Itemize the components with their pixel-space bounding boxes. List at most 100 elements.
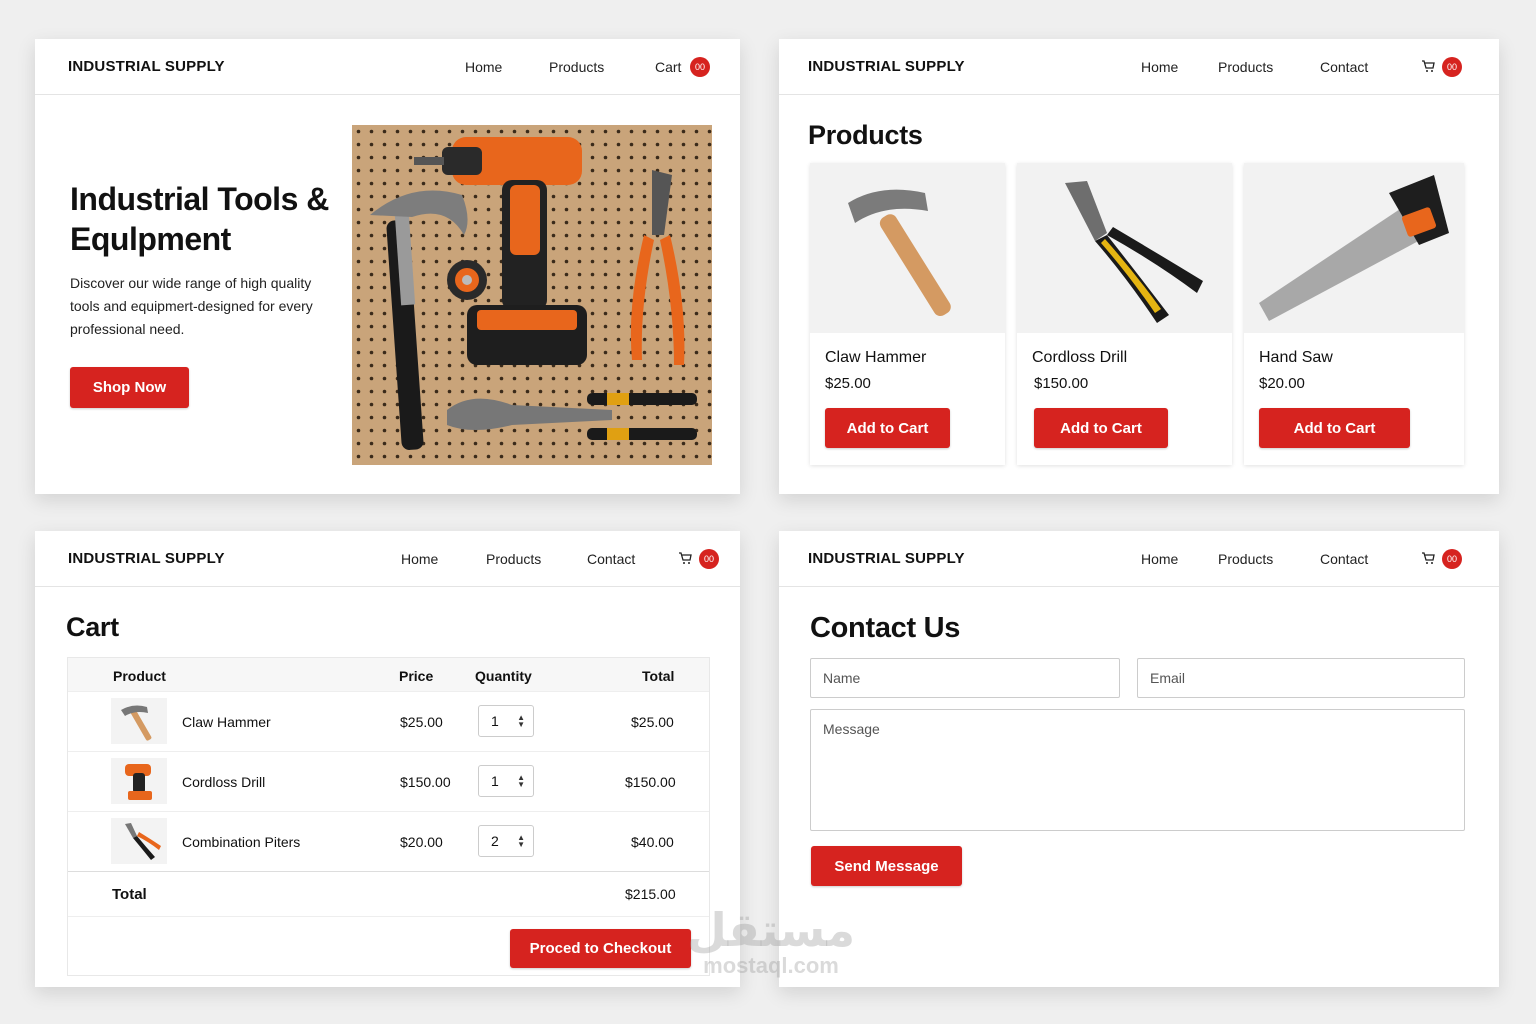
product-card: Cordloss Drill $150.00 Add to Cart [1017, 163, 1232, 465]
brand-logo[interactable]: INDUSTRIAL SUPPLY [68, 550, 225, 567]
cart-panel: INDUSTRIAL SUPPLY Home Products Contact … [35, 531, 740, 987]
item-price: $20.00 [400, 834, 443, 850]
cart-icon[interactable] [1421, 551, 1435, 565]
quantity-stepper[interactable]: 1 ▲ ▼ [478, 705, 534, 737]
navbar: INDUSTRIAL SUPPLY Home Products Contact … [779, 39, 1499, 95]
watermark: مستقل mostaql.com [676, 906, 866, 978]
pliers-icon [1065, 181, 1203, 323]
product-name[interactable]: Cordloss Drill [182, 774, 265, 790]
nav-home[interactable]: Home [401, 551, 438, 567]
spinner-arrows-icon[interactable]: ▲ ▼ [517, 774, 525, 789]
page-title: Products [808, 120, 923, 150]
nav-home[interactable]: Home [465, 59, 502, 75]
quantity-stepper[interactable]: 2 ▲ ▼ [478, 825, 534, 857]
quantity-stepper[interactable]: 1 ▲ ▼ [478, 765, 534, 797]
product-image[interactable] [1017, 163, 1232, 333]
column-header: Total [642, 668, 675, 684]
product-thumbnail[interactable] [111, 698, 167, 744]
total-label: Total [112, 886, 147, 903]
page-title: Contact Us [810, 612, 961, 644]
line-total: $150.00 [625, 774, 676, 790]
name-field[interactable]: Name [810, 658, 1120, 698]
send-message-button[interactable]: Send Message [811, 846, 962, 886]
nav-contact[interactable]: Contact [1320, 59, 1368, 75]
product-name[interactable]: Cordloss Drill [1032, 349, 1127, 367]
navbar: INDUSTRIAL SUPPLY Home Products Contact … [779, 531, 1499, 587]
cart-count-badge[interactable]: 00 [699, 549, 719, 569]
spinner-arrows-icon[interactable]: ▲ ▼ [517, 834, 525, 849]
product-name[interactable]: Claw Hammer [825, 349, 926, 367]
email-field[interactable]: Email [1137, 658, 1465, 698]
column-header: Price [399, 668, 434, 684]
item-price: $25.00 [400, 714, 443, 730]
brand-logo[interactable]: INDUSTRIAL SUPPLY [808, 550, 965, 567]
table-header: Product Price Quantity Total [68, 658, 709, 692]
add-to-cart-button[interactable]: Add to Cart [1034, 408, 1168, 448]
product-name[interactable]: Claw Hammer [182, 714, 271, 730]
cart-table: Product Price Quantity Total Claw Hammer… [67, 657, 710, 976]
item-price: $150.00 [400, 774, 451, 790]
cart-count-badge[interactable]: 00 [1442, 57, 1462, 77]
nav-cart[interactable]: Cart [655, 59, 681, 75]
drill-icon [125, 764, 152, 800]
product-thumbnail[interactable] [111, 758, 167, 804]
pliers-icon [125, 823, 161, 860]
product-thumbnail[interactable] [111, 818, 167, 864]
line-total: $25.00 [631, 714, 674, 730]
product-name[interactable]: Hand Saw [1259, 349, 1333, 367]
quantity-value: 1 [491, 773, 499, 789]
table-row: Cordloss Drill $150.00 1 ▲ ▼ $150.00 [68, 751, 709, 811]
watermark-latin: mostaql.com [703, 953, 839, 978]
product-image[interactable] [810, 163, 1005, 333]
line-total: $40.00 [631, 834, 674, 850]
home-panel: INDUSTRIAL SUPPLY Home Products Cart 00 … [35, 39, 740, 494]
nav-home[interactable]: Home [1141, 551, 1178, 567]
nav-contact[interactable]: Contact [587, 551, 635, 567]
nav-home[interactable]: Home [1141, 59, 1178, 75]
navbar: INDUSTRIAL SUPPLY Home Products Cart 00 [35, 39, 740, 95]
saw-icon [1259, 175, 1449, 321]
cart-icon[interactable] [1421, 59, 1435, 73]
hero-title: Industrial Tools & Equlpment [70, 181, 329, 257]
cart-count-badge[interactable]: 00 [1442, 549, 1462, 569]
product-image[interactable] [1244, 163, 1464, 333]
cart-count-badge[interactable]: 00 [690, 57, 710, 77]
column-header: Quantity [475, 668, 532, 684]
product-card: Claw Hammer $25.00 Add to Cart [810, 163, 1005, 465]
navbar: INDUSTRIAL SUPPLY Home Products Contact … [35, 531, 740, 587]
nav-products[interactable]: Products [1218, 551, 1273, 567]
add-to-cart-button[interactable]: Add to Cart [1259, 408, 1410, 448]
product-name[interactable]: Combination Piters [182, 834, 300, 850]
message-field[interactable]: Message [810, 709, 1465, 831]
brand-logo[interactable]: INDUSTRIAL SUPPLY [68, 58, 225, 75]
quantity-value: 1 [491, 713, 499, 729]
nav-products[interactable]: Products [1218, 59, 1273, 75]
hammer-icon [121, 705, 152, 741]
product-card: Hand Saw $20.00 Add to Cart [1244, 163, 1464, 465]
products-panel: INDUSTRIAL SUPPLY Home Products Contact … [779, 39, 1499, 494]
product-price: $150.00 [1034, 375, 1089, 392]
divider [68, 916, 709, 917]
contact-panel: INDUSTRIAL SUPPLY Home Products Contact … [779, 531, 1499, 987]
nav-contact[interactable]: Contact [1320, 551, 1368, 567]
spinner-arrows-icon[interactable]: ▲ ▼ [517, 714, 525, 729]
nav-products[interactable]: Products [486, 551, 541, 567]
table-row: Combination Piters $20.00 2 ▲ ▼ $40.00 [68, 811, 709, 871]
table-row: Claw Hammer $25.00 1 ▲ ▼ $25.00 [68, 691, 709, 751]
hero-subtitle: Discover our wide range of high quality … [70, 275, 313, 337]
total-value: $215.00 [625, 886, 676, 902]
hammer-icon [848, 189, 951, 317]
hero-tools-image [352, 125, 712, 465]
brand-logo[interactable]: INDUSTRIAL SUPPLY [808, 58, 965, 75]
shop-now-button[interactable]: Shop Now [70, 367, 189, 408]
product-price: $25.00 [825, 375, 871, 392]
product-price: $20.00 [1259, 375, 1305, 392]
cart-icon[interactable] [678, 551, 692, 565]
checkout-button[interactable]: Proced to Checkout [510, 929, 691, 968]
page-title: Cart [66, 612, 119, 642]
nav-products[interactable]: Products [549, 59, 604, 75]
column-header: Product [113, 668, 166, 684]
total-row: Total $215.00 [68, 871, 709, 917]
quantity-value: 2 [491, 833, 499, 849]
add-to-cart-button[interactable]: Add to Cart [825, 408, 950, 448]
